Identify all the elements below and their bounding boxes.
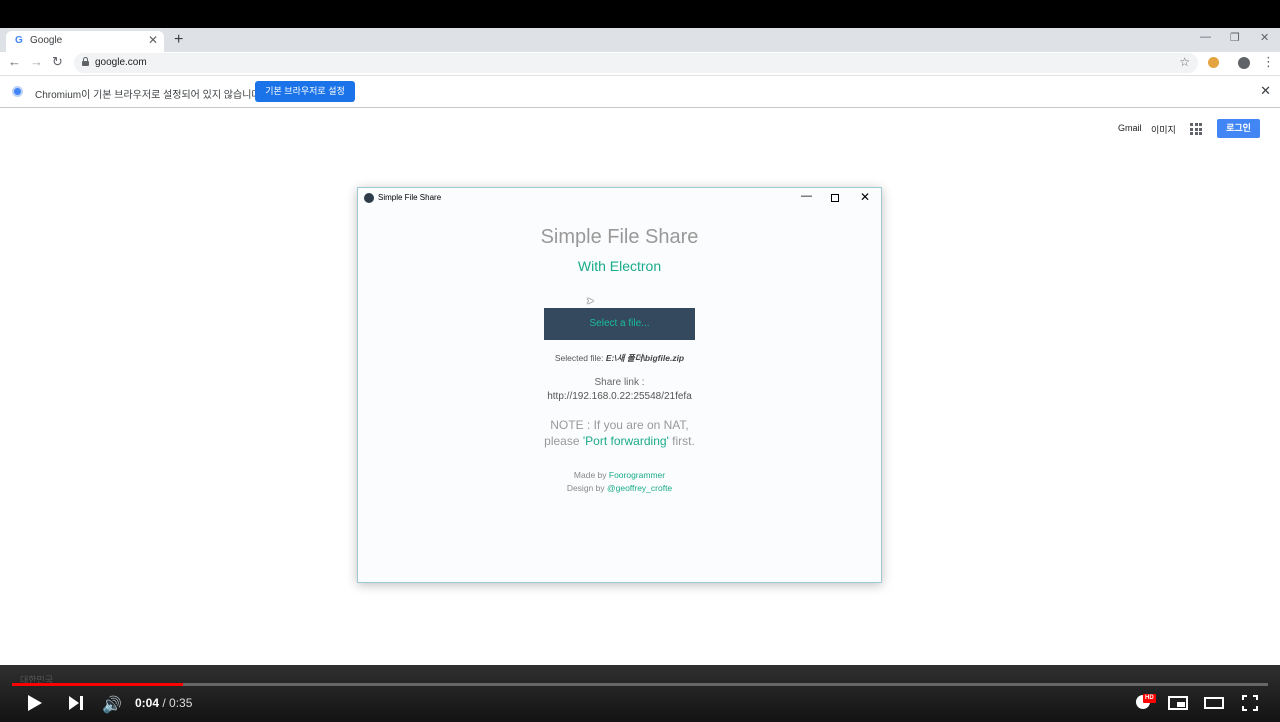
profile-icon[interactable]	[1238, 57, 1250, 69]
restore-icon[interactable]: ❐	[1230, 31, 1240, 44]
nat-note-line1: NOTE : If you are on NAT,	[550, 418, 689, 432]
app-subheading: With Electron	[577, 258, 662, 274]
progress-fill	[12, 683, 183, 686]
infobar-close-icon[interactable]: ✕	[1260, 83, 1271, 99]
infobar-message: Chromium이 기본 브라우저로 설정되어 있지 않습니다	[35, 90, 261, 101]
note-pre: please	[544, 434, 583, 448]
reload-icon[interactable]: ↻	[52, 54, 63, 70]
lock-icon	[82, 57, 89, 66]
chromium-icon	[12, 86, 23, 97]
back-icon[interactable]: ←	[8, 54, 21, 69]
default-browser-infobar: Chromium이 기본 브라우저로 설정되어 있지 않습니다 기본 브라우저로…	[0, 75, 1280, 108]
selected-file-label: Selected file:	[554, 353, 604, 363]
play-icon[interactable]	[28, 695, 42, 711]
tab-close-icon[interactable]: ✕	[148, 33, 158, 47]
tab-google[interactable]: G Google ✕	[6, 31, 164, 52]
design-by-link[interactable]: @geoffrey_crofte	[607, 483, 672, 493]
address-bar[interactable]: google.com ☆	[74, 53, 1198, 73]
app-minimize-icon[interactable]: —	[801, 190, 812, 202]
video-player-controls: 대한민국 🔊 0:04 / 0:35 HD	[0, 665, 1280, 722]
select-file-button[interactable]: Select a file...	[544, 308, 695, 340]
google-favicon-icon: G	[15, 35, 23, 46]
selected-file-path: E:\새 폴더\bigfile.zip	[605, 353, 685, 363]
duration: 0:35	[169, 696, 193, 710]
progress-bar[interactable]	[12, 683, 1268, 686]
gmail-link[interactable]: Gmail	[1118, 123, 1142, 133]
bookmark-star-icon[interactable]: ☆	[1179, 55, 1190, 69]
simple-file-share-window: Simple File Share — ✕ Simple File Share …	[357, 187, 882, 583]
theater-mode-icon[interactable]	[1204, 697, 1224, 709]
tab-title: Google	[30, 35, 63, 46]
electron-app-icon	[364, 193, 374, 203]
app-heading: Simple File Share	[540, 226, 699, 248]
app-window-title: Simple File Share	[378, 193, 442, 202]
browser-toolbar: ← → ↻ google.com ☆ ⋮	[0, 52, 1280, 75]
volume-icon[interactable]: 🔊	[102, 695, 122, 715]
forward-icon[interactable]: →	[30, 54, 43, 69]
set-default-browser-button[interactable]: 기본 브라우저로 설정	[255, 81, 355, 102]
share-link-label: Share link :	[594, 377, 645, 388]
tab-strip: G Google ✕ + — ❐ ✕	[0, 28, 1280, 52]
url-text: google.com	[95, 57, 147, 68]
menu-dots-icon[interactable]: ⋮	[1262, 54, 1275, 70]
app-close-icon[interactable]: ✕	[860, 190, 870, 204]
app-titlebar[interactable]: Simple File Share — ✕	[358, 188, 881, 208]
current-time: 0:04	[135, 696, 160, 710]
app-maximize-icon[interactable]	[831, 194, 839, 202]
images-link[interactable]: 이미지	[1151, 123, 1176, 136]
design-by-credit: Design by @geoffrey_crofte	[358, 483, 881, 493]
nat-note-line2: please 'Port forwarding' first.	[358, 434, 881, 448]
apps-grid-icon[interactable]	[1190, 123, 1202, 135]
design-by-label: Design by	[566, 483, 607, 493]
close-window-icon[interactable]: ✕	[1260, 31, 1269, 44]
hd-badge: HD	[1143, 694, 1156, 703]
extension-cookie-icon[interactable]	[1208, 57, 1219, 68]
note-post: first.	[668, 434, 695, 448]
made-by-label: Made by	[573, 470, 609, 480]
mouse-cursor-icon: ➤	[586, 296, 595, 307]
miniplayer-icon[interactable]	[1168, 696, 1188, 710]
made-by-link[interactable]: Foorogrammer	[609, 470, 665, 480]
port-forwarding-link[interactable]: 'Port forwarding'	[583, 434, 669, 448]
next-bar-icon	[80, 696, 83, 710]
next-icon[interactable]	[69, 696, 79, 710]
new-tab-icon[interactable]: +	[174, 31, 183, 49]
time-display: 0:04 / 0:35	[135, 696, 192, 710]
share-link-url[interactable]: http://192.168.0.22:25548/21fefa	[358, 391, 881, 402]
selected-file-line: Selected file: E:\새 폴더\bigfile.zip	[358, 352, 881, 364]
made-by-credit: Made by Foorogrammer	[358, 470, 881, 480]
time-separator: /	[159, 696, 170, 710]
login-button[interactable]: 로그인	[1217, 119, 1260, 138]
fullscreen-icon[interactable]	[1242, 695, 1258, 711]
minimize-icon[interactable]: —	[1200, 31, 1211, 43]
